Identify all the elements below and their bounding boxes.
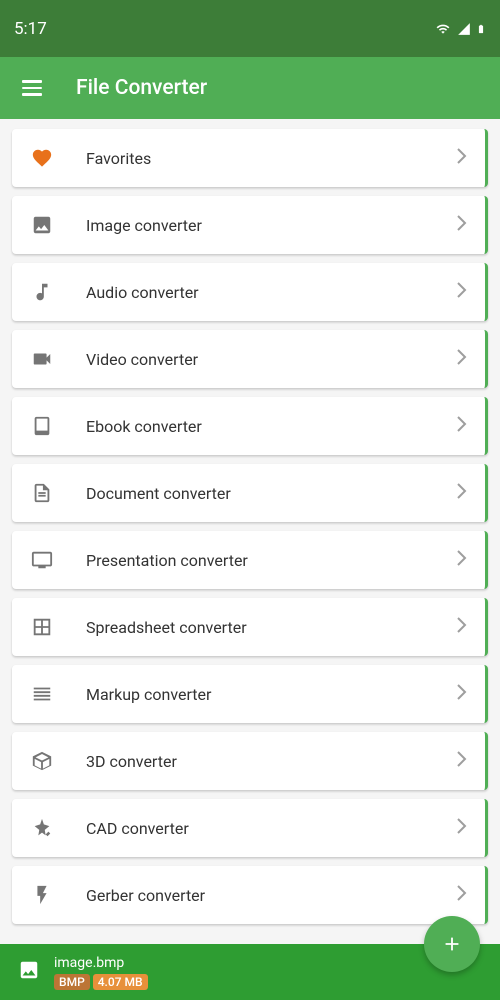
- file-info: image.bmp BMP 4.07 MB: [54, 955, 148, 990]
- status-indicators: [434, 21, 486, 37]
- file-image-icon: [18, 959, 40, 985]
- spreadsheet-icon: [30, 615, 54, 639]
- chevron-right-icon: [457, 282, 467, 302]
- converter-item-label: Image converter: [86, 216, 457, 235]
- chevron-right-icon: [457, 684, 467, 704]
- book-icon: [30, 414, 54, 438]
- converter-item-presentation[interactable]: Presentation converter: [12, 531, 488, 589]
- chevron-right-icon: [457, 349, 467, 369]
- converter-item-music[interactable]: Audio converter: [12, 263, 488, 321]
- presentation-icon: [30, 548, 54, 572]
- converter-item-spreadsheet[interactable]: Spreadsheet converter: [12, 598, 488, 656]
- heart-icon: [30, 146, 54, 170]
- signal-icon: [456, 22, 472, 36]
- converter-item-doc[interactable]: Document converter: [12, 464, 488, 522]
- converter-item-markup[interactable]: Markup converter: [12, 665, 488, 723]
- chevron-right-icon: [457, 885, 467, 905]
- doc-icon: [30, 481, 54, 505]
- cad-icon: [30, 816, 54, 840]
- add-button[interactable]: [424, 916, 480, 972]
- chevron-right-icon: [457, 416, 467, 436]
- chevron-right-icon: [457, 617, 467, 637]
- converter-item-bolt[interactable]: Gerber converter: [12, 866, 488, 924]
- image-icon: [30, 213, 54, 237]
- music-icon: [30, 280, 54, 304]
- bolt-icon: [30, 883, 54, 907]
- cube3d-icon: [30, 749, 54, 773]
- format-badge: BMP: [54, 974, 90, 990]
- converter-item-label: Video converter: [86, 350, 457, 369]
- converter-item-video[interactable]: Video converter: [12, 330, 488, 388]
- converter-item-label: CAD converter: [86, 819, 457, 838]
- chevron-right-icon: [457, 148, 467, 168]
- converter-item-label: 3D converter: [86, 752, 457, 771]
- converter-item-book[interactable]: Ebook converter: [12, 397, 488, 455]
- file-badges: BMP 4.07 MB: [54, 974, 148, 990]
- chevron-right-icon: [457, 215, 467, 235]
- converter-item-label: Ebook converter: [86, 417, 457, 436]
- converter-item-cad[interactable]: CAD converter: [12, 799, 488, 857]
- converter-item-label: Presentation converter: [86, 551, 457, 570]
- converter-item-cube3d[interactable]: 3D converter: [12, 732, 488, 790]
- plus-icon: [441, 933, 463, 955]
- chevron-right-icon: [457, 550, 467, 570]
- app-header: File Converter: [0, 57, 500, 119]
- chevron-right-icon: [457, 751, 467, 771]
- converter-item-image[interactable]: Image converter: [12, 196, 488, 254]
- converter-item-label: Audio converter: [86, 283, 457, 302]
- converter-item-heart[interactable]: Favorites: [12, 129, 488, 187]
- app-title: File Converter: [76, 76, 207, 100]
- file-name: image.bmp: [54, 955, 148, 971]
- battery-icon: [476, 21, 486, 37]
- markup-icon: [30, 682, 54, 706]
- size-badge: 4.07 MB: [93, 974, 148, 990]
- wifi-icon: [434, 22, 452, 36]
- converter-list: Favorites Image converter Audio converter V…: [0, 119, 500, 924]
- status-time: 5:17: [14, 19, 47, 39]
- converter-item-label: Markup converter: [86, 685, 457, 704]
- converter-item-label: Favorites: [86, 149, 457, 168]
- status-bar: 5:17: [0, 0, 500, 57]
- converter-item-label: Spreadsheet converter: [86, 618, 457, 637]
- video-icon: [30, 347, 54, 371]
- converter-item-label: Gerber converter: [86, 886, 457, 905]
- chevron-right-icon: [457, 483, 467, 503]
- menu-icon[interactable]: [22, 80, 42, 96]
- chevron-right-icon: [457, 818, 467, 838]
- converter-item-label: Document converter: [86, 484, 457, 503]
